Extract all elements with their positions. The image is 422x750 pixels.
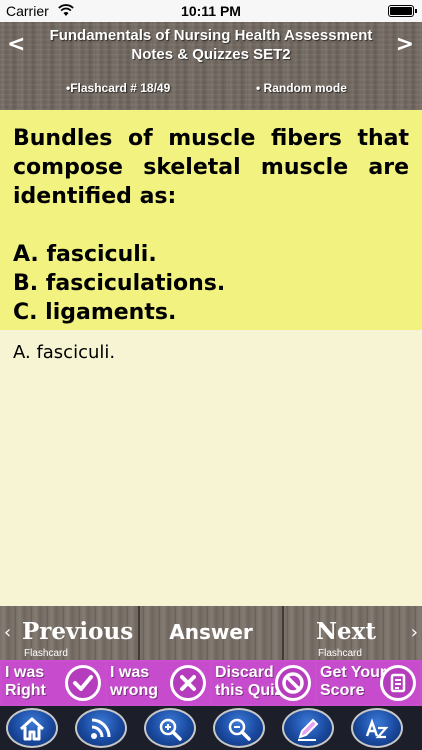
zoom-out-icon[interactable] xyxy=(213,708,265,748)
next-button[interactable]: Next Flashcard › xyxy=(284,606,422,660)
home-icon[interactable] xyxy=(6,708,58,748)
next-sub-label: Flashcard xyxy=(318,648,362,659)
prohibited-icon xyxy=(275,665,311,701)
battery-icon xyxy=(388,5,417,17)
checkmark-icon xyxy=(65,665,101,701)
option-b: B. fasciculations. xyxy=(13,271,226,296)
next-label: Next xyxy=(316,618,376,645)
clock: 10:11 PM xyxy=(181,3,241,19)
score-label-line1: Get Your xyxy=(320,664,387,681)
wrong-label-line2: wrong xyxy=(110,682,158,699)
score-label-line2: Score xyxy=(320,682,365,699)
page-title: Fundamentals of Nursing Health Assessmen… xyxy=(49,27,373,63)
flashcard-counter: •Flashcard # 18/49 xyxy=(66,81,171,95)
right-label-line2: Right xyxy=(5,682,46,699)
answer-button[interactable]: Answer xyxy=(140,606,282,660)
edit-pencil-icon[interactable] xyxy=(282,708,334,748)
right-label-line1: I was xyxy=(5,664,45,681)
answer-panel: A. fasciculi. xyxy=(0,330,422,606)
answer-label: Answer xyxy=(169,620,253,644)
previous-sub-label: Flashcard xyxy=(24,648,68,659)
rss-icon[interactable] xyxy=(75,708,127,748)
chevron-left-icon: ‹ xyxy=(4,622,12,643)
question-stem: Bundles of muscle fibers that compose sk… xyxy=(13,126,409,209)
header-next-arrow[interactable]: > xyxy=(396,32,414,57)
option-c: C. ligaments. xyxy=(13,300,177,325)
question-panel: Bundles of muscle fibers that compose sk… xyxy=(0,110,422,330)
rating-bar: I was Right I was wrong Discard this Qui… xyxy=(0,660,422,706)
discard-label-line2: this Quiz xyxy=(215,682,283,699)
cross-icon xyxy=(170,665,206,701)
chevron-right-icon: › xyxy=(410,622,418,643)
previous-label: Previous xyxy=(22,618,134,645)
header-prev-arrow[interactable]: < xyxy=(7,32,25,57)
header: < Fundamentals of Nursing Health Assessm… xyxy=(0,22,422,110)
bottom-toolbar xyxy=(0,706,422,750)
previous-button[interactable]: ‹ Previous Flashcard xyxy=(0,606,138,660)
options-list: A. fasciculi. B. fasciculations. C. liga… xyxy=(13,240,409,327)
card-navigation: ‹ Previous Flashcard Answer Next Flashca… xyxy=(0,606,422,660)
mode-label: • Random mode xyxy=(256,81,347,95)
discard-label-line1: Discard xyxy=(215,664,274,681)
scorecard-icon xyxy=(380,665,416,701)
font-size-icon[interactable] xyxy=(351,708,403,748)
option-a: A. fasciculi. xyxy=(13,242,157,267)
status-bar: Carrier 10:11 PM xyxy=(0,0,422,22)
i-was-right-button[interactable]: I was Right xyxy=(2,662,105,704)
discard-quiz-button[interactable]: Discard this Quiz xyxy=(212,662,315,704)
zoom-in-icon[interactable] xyxy=(144,708,196,748)
answer-text: A. fasciculi. xyxy=(13,342,116,363)
wrong-label-line1: I was xyxy=(110,664,150,681)
i-was-wrong-button[interactable]: I was wrong xyxy=(107,662,210,704)
get-score-button[interactable]: Get Your Score xyxy=(317,662,420,704)
